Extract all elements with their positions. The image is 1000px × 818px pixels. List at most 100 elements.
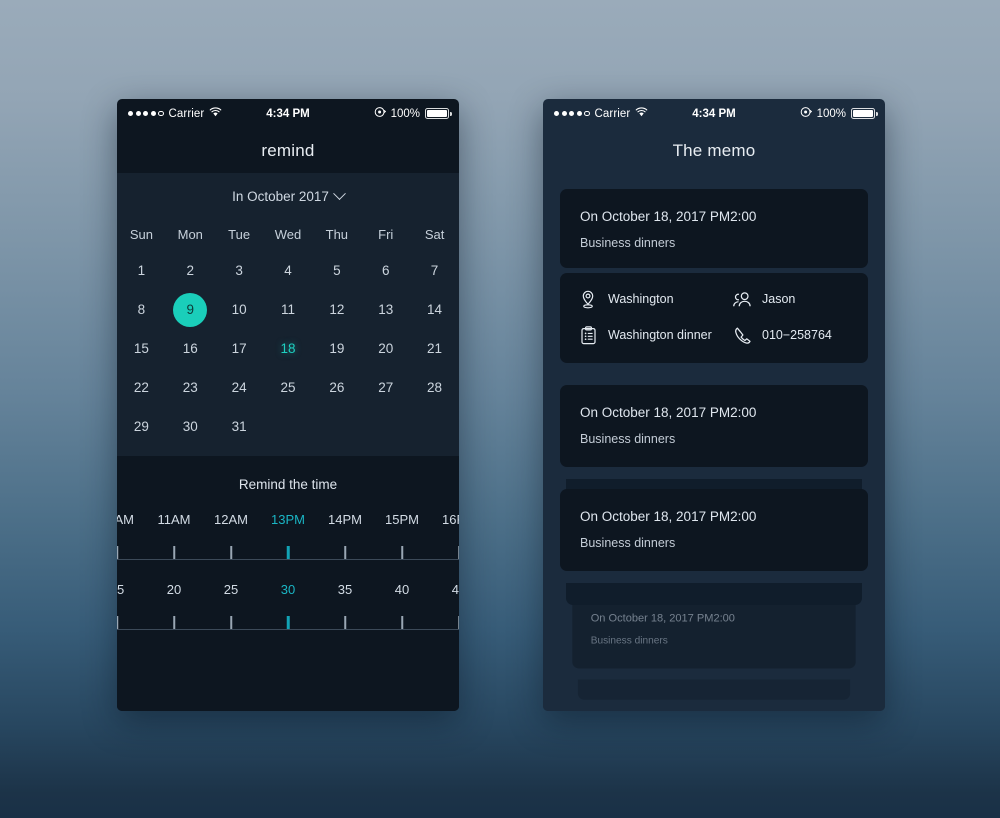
memo-stacked-sheet: [566, 583, 862, 605]
memo-date: On October 18, 2017 PM2:00: [590, 611, 735, 625]
calendar-day-6[interactable]: 6: [361, 251, 410, 290]
memo-detail-location-pin[interactable]: Washington: [560, 281, 714, 317]
hour-tick-10AM[interactable]: [117, 546, 118, 559]
calendar-day-8[interactable]: 8: [117, 290, 166, 329]
weekday-label-wed: Wed: [274, 226, 302, 242]
hour-tick-11AM[interactable]: [173, 546, 175, 559]
month-selector[interactable]: In October 2017: [117, 175, 459, 217]
calendar-day-2[interactable]: 2: [166, 251, 215, 290]
minute-label-40[interactable]: 40: [395, 582, 409, 597]
calendar-day-number: 1: [137, 263, 146, 278]
calendar-day-16[interactable]: 16: [166, 329, 215, 368]
hour-label-16PM[interactable]: 16PM: [442, 512, 459, 527]
memo-item[interactable]: On October 18, 2017 PM2:00 Business dinne…: [560, 385, 868, 501]
hour-axis: [117, 542, 459, 564]
calendar-day-number: 19: [329, 341, 345, 356]
hour-tick-15PM[interactable]: [401, 546, 403, 559]
calendar-day-31[interactable]: 31: [215, 407, 264, 446]
minute-label-25[interactable]: 25: [224, 582, 238, 597]
calendar-day-20[interactable]: 20: [361, 329, 410, 368]
calendar-day-18[interactable]: 18: [264, 329, 313, 368]
phone-screen-memo: Carrier 4:34 PM 100% The memo On October…: [543, 99, 885, 711]
calendar-day-11[interactable]: 11: [264, 290, 313, 329]
weekday-label-sat: Sat: [424, 226, 445, 242]
hour-label-15PM[interactable]: 15PM: [385, 512, 419, 527]
calendar-day-25[interactable]: 25: [264, 368, 313, 407]
minute-label-30[interactable]: 30: [281, 582, 295, 597]
memo-card[interactable]: On October 18, 2017 PM2:00 Business dinne…: [560, 489, 868, 571]
calendar-day-10[interactable]: 10: [215, 290, 264, 329]
calendar-day-26[interactable]: 26: [312, 368, 361, 407]
hour-tick-13PM[interactable]: [286, 546, 290, 559]
calendar-day-number: [320, 410, 354, 444]
calendar-day-number: 8: [137, 302, 146, 317]
weekday-label-tue: Tue: [228, 226, 251, 242]
calendar-day-21[interactable]: 21: [410, 329, 459, 368]
calendar-day-9[interactable]: 9: [166, 290, 215, 329]
calendar-day-grid[interactable]: 1 2 3 4 5 6 7 8 9 10 11 12 13 14 15 16 17 18 19 20 21 22 23 24 2…: [117, 251, 459, 446]
hour-tick-14PM[interactable]: [344, 546, 346, 559]
calendar-day-7[interactable]: 7: [410, 251, 459, 290]
memo-item[interactable]: On October 18, 2017 PM2:00 Business dinne…: [560, 189, 868, 363]
hour-tick-16PM[interactable]: [458, 546, 459, 559]
hour-label-10AM[interactable]: 10AM: [117, 512, 134, 527]
minute-tick-45[interactable]: [458, 616, 459, 629]
calendar-day-12[interactable]: 12: [312, 290, 361, 329]
calendar-day-15[interactable]: 15: [117, 329, 166, 368]
calendar-day-number: 13: [378, 302, 394, 317]
calendar-day-number: [369, 410, 403, 444]
hour-label-14PM[interactable]: 14PM: [328, 512, 362, 527]
calendar-day-1[interactable]: 1: [117, 251, 166, 290]
minute-label-15[interactable]: 15: [117, 582, 124, 597]
minute-tick-15[interactable]: [117, 616, 118, 629]
minute-tick-35[interactable]: [344, 616, 346, 629]
calendar-day-13[interactable]: 13: [361, 290, 410, 329]
memo-detail-clipboard[interactable]: Washington dinner: [560, 317, 714, 353]
minute-label-45[interactable]: 45: [452, 582, 459, 597]
memo-detail-label: Washington: [608, 292, 674, 306]
nav-title-remind: remind: [117, 128, 459, 173]
memo-detail-people[interactable]: Jason: [714, 281, 868, 317]
memo-card[interactable]: On October 18, 2017 PM2:00 Business dinne…: [560, 385, 868, 467]
calendar-day-number: 11: [280, 302, 295, 317]
minute-label-20[interactable]: 20: [167, 582, 181, 597]
minute-tick-30[interactable]: [286, 616, 290, 629]
calendar-day-19[interactable]: 19: [312, 329, 361, 368]
calendar-day-5[interactable]: 5: [312, 251, 361, 290]
weekday-header-row: Sun Mon Tue Wed Thu Fri Sat: [117, 217, 459, 251]
memo-list[interactable]: On October 18, 2017 PM2:00 Business dinne…: [543, 173, 885, 711]
minute-ruler[interactable]: 15 20 25 30 35 40 45: [117, 582, 459, 652]
calendar-day-4[interactable]: 4: [264, 251, 313, 290]
hour-label-11AM[interactable]: 11AM: [158, 512, 191, 527]
memo-description: Business dinners: [580, 432, 676, 446]
calendar-day-28[interactable]: 28: [410, 368, 459, 407]
minute-tick-40[interactable]: [401, 616, 403, 629]
battery-full-icon: [425, 108, 452, 119]
memo-detail-phone[interactable]: 010−258764: [714, 317, 868, 353]
calendar-day-27[interactable]: 27: [361, 368, 410, 407]
calendar-day-29[interactable]: 29: [117, 407, 166, 446]
weekday-label-sun: Sun: [129, 226, 153, 242]
calendar-day-24[interactable]: 24: [215, 368, 264, 407]
minute-label-35[interactable]: 35: [338, 582, 352, 597]
minute-tick-20[interactable]: [173, 616, 175, 629]
remind-time-title: Remind the time: [238, 476, 338, 492]
calendar-day-22[interactable]: 22: [117, 368, 166, 407]
calendar-day-3[interactable]: 3: [215, 251, 264, 290]
calendar-day-14[interactable]: 14: [410, 290, 459, 329]
memo-description: Business dinners: [580, 536, 676, 550]
hour-tick-12AM[interactable]: [230, 546, 232, 559]
calendar-day-23[interactable]: 23: [166, 368, 215, 407]
calendar-day-number: 30: [182, 419, 198, 434]
minute-tick-25[interactable]: [230, 616, 232, 629]
hour-label-13PM[interactable]: 13PM: [271, 512, 305, 527]
hour-label-12AM[interactable]: 12AM: [214, 512, 248, 527]
calendar-day-number: 28: [427, 380, 443, 395]
calendar-day-17[interactable]: 17: [215, 329, 264, 368]
calendar-day-30[interactable]: 30: [166, 407, 215, 446]
hour-ruler[interactable]: 10AM 11AM 12AM 13PM 14PM 15PM 16PM: [117, 512, 459, 582]
memo-item[interactable]: On October 18, 2017 PM2:00 Business dinne…: [560, 489, 868, 605]
weekday-label-mon: Mon: [177, 226, 203, 242]
calendar-day-number: 7: [430, 263, 439, 278]
memo-card[interactable]: On October 18, 2017 PM2:00 Business dinne…: [560, 189, 868, 268]
